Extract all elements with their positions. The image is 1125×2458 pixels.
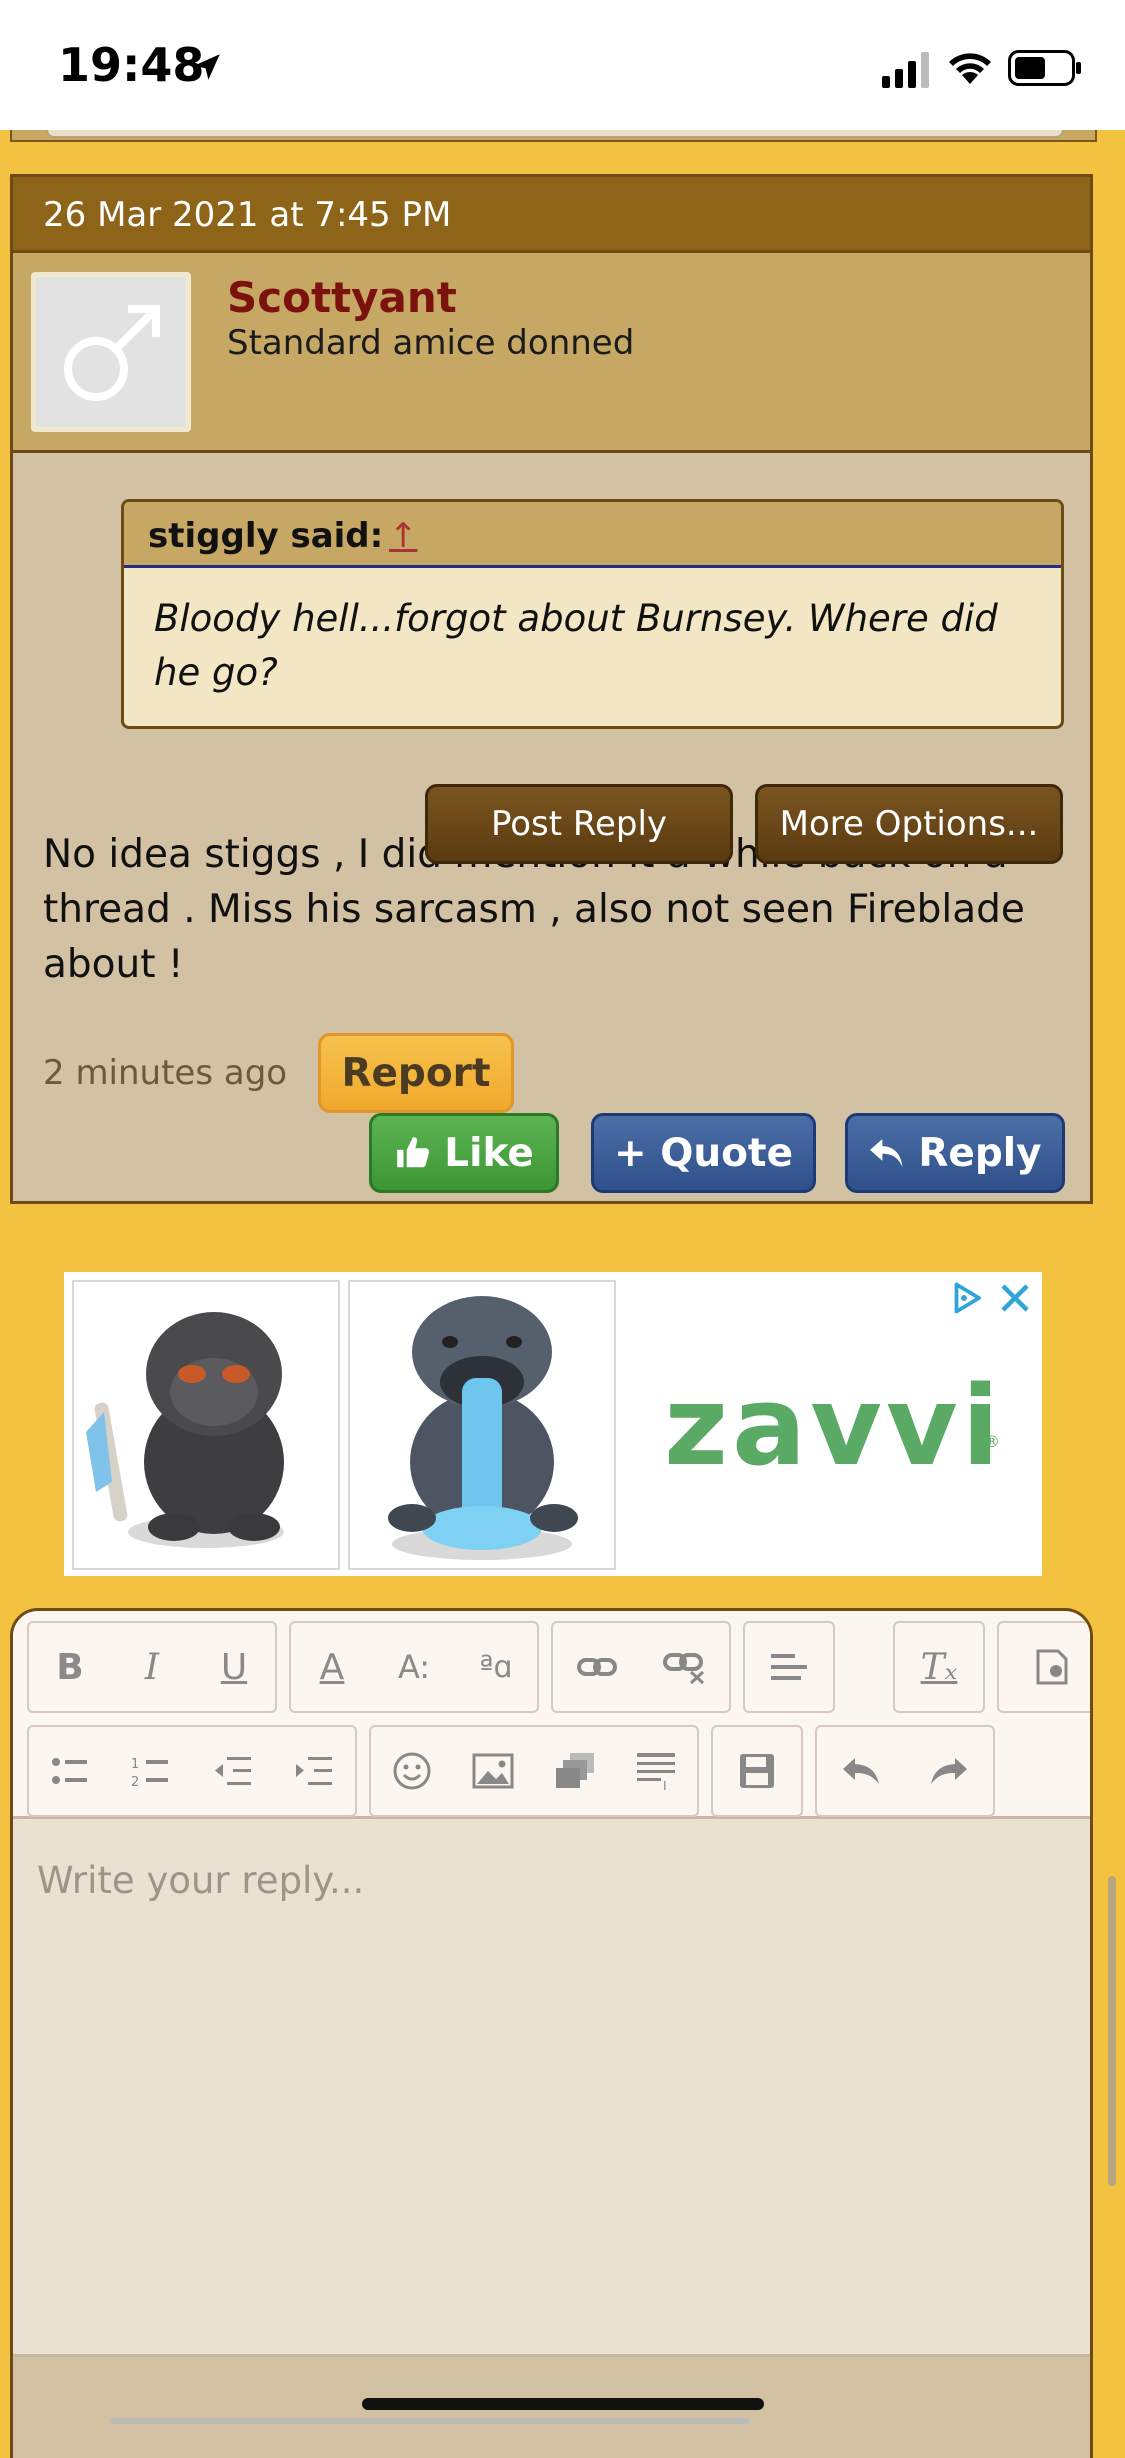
- battery-icon: [1008, 50, 1081, 86]
- toggle-bbcode-button[interactable]: [1021, 1636, 1083, 1698]
- post-date: 26 Mar 2021 at 7:45 PM: [43, 195, 452, 235]
- quote-source-link[interactable]: ↑: [389, 516, 418, 556]
- reply-editor: B I U A A: ªɑ Tₓ 1 2 I Write your reply.…: [10, 1608, 1093, 2458]
- underline-button[interactable]: U: [203, 1636, 265, 1698]
- numbered-list-icon: 12: [131, 1757, 169, 1788]
- ad-product-image-godzilla[interactable]: [348, 1280, 616, 1570]
- user-title: Standard amice donned: [227, 323, 635, 363]
- more-options-button[interactable]: More Options...: [755, 784, 1063, 864]
- bullet-list-icon: [51, 1758, 87, 1784]
- svg-text:1: 1: [131, 1757, 139, 1772]
- media-icon: [555, 1753, 594, 1788]
- insert-link-button[interactable]: [566, 1636, 628, 1698]
- tools-group: [997, 1621, 1090, 1713]
- clear-format-group: Tₓ: [893, 1621, 985, 1713]
- vertical-scrollbar[interactable]: [1108, 1876, 1116, 2186]
- report-button[interactable]: Report: [318, 1033, 514, 1113]
- previous-post-inner-edge: [46, 130, 1064, 138]
- editor-toolbar: B I U A A: ªɑ Tₓ 1 2 I: [13, 1611, 1090, 1819]
- quote-author: stiggly said:: [148, 516, 384, 556]
- unlink-icon: [663, 1653, 705, 1684]
- undo-icon: [843, 1758, 879, 1784]
- align-group: [743, 1621, 835, 1713]
- smilies-button[interactable]: [381, 1740, 443, 1802]
- ad-close-icon[interactable]: [997, 1280, 1033, 1316]
- quote-block-icon: I: [637, 1753, 676, 1791]
- reply-button[interactable]: Reply: [845, 1113, 1065, 1193]
- remove-formatting-button[interactable]: Tₓ: [908, 1636, 970, 1698]
- like-button[interactable]: Like: [369, 1113, 559, 1193]
- post-header: 26 Mar 2021 at 7:45 PM: [13, 177, 1090, 253]
- font-size-button[interactable]: A:: [383, 1636, 445, 1698]
- registered-mark: ®: [984, 1432, 1000, 1451]
- link-icon: [577, 1658, 617, 1676]
- text-style-group: B I U: [27, 1621, 277, 1713]
- font-family-button[interactable]: ªɑ: [465, 1636, 527, 1698]
- post-time-ago: 2 minutes ago: [43, 1053, 288, 1093]
- insert-quote-button[interactable]: I: [625, 1740, 687, 1802]
- user-info-bar: Scottyant Standard amice donned: [13, 253, 1090, 453]
- thumbs-up-icon: [397, 1137, 430, 1168]
- redo-icon: [931, 1758, 967, 1784]
- horizontal-scrollbar[interactable]: [110, 2418, 750, 2424]
- quote-block: stiggly said: ↑ Bloody hell...forgot abo…: [121, 499, 1064, 729]
- font-group: A A: ªɑ: [289, 1621, 539, 1713]
- bold-button[interactable]: B: [39, 1636, 101, 1698]
- status-time: 19:48: [58, 38, 205, 92]
- redo-button[interactable]: [918, 1740, 980, 1802]
- indent-button[interactable]: [283, 1740, 345, 1802]
- align-left-icon: [771, 1654, 807, 1680]
- more-options-label: More Options...: [779, 804, 1039, 844]
- reply-textarea[interactable]: Write your reply...: [13, 1819, 1090, 2357]
- insert-group: I: [369, 1725, 699, 1817]
- advertisement-banner[interactable]: zavvi ®: [64, 1272, 1042, 1576]
- numbered-list-button[interactable]: 12: [120, 1740, 182, 1802]
- username[interactable]: Scottyant: [227, 273, 457, 322]
- quote-button[interactable]: + Quote: [591, 1113, 816, 1193]
- insert-media-button[interactable]: [544, 1740, 606, 1802]
- location-arrow-icon: [194, 54, 220, 80]
- remove-link-button[interactable]: [654, 1636, 716, 1698]
- floppy-disk-icon: [740, 1754, 774, 1788]
- smiley-icon: [393, 1752, 431, 1790]
- like-label: Like: [444, 1130, 534, 1176]
- cellular-signal-icon: [882, 52, 929, 88]
- adchoices-icon[interactable]: [949, 1280, 985, 1316]
- italic-button[interactable]: I: [121, 1636, 183, 1698]
- male-symbol-icon: [64, 305, 160, 401]
- quote-text: Bloody hell...forgot about Burnsey. Wher…: [154, 597, 998, 694]
- save-group: [711, 1725, 803, 1817]
- list-group: 12: [27, 1725, 357, 1817]
- indent-icon: [296, 1757, 333, 1785]
- ad-product-image-kong[interactable]: [72, 1280, 340, 1570]
- post-reply-label: Post Reply: [490, 804, 668, 844]
- undo-button[interactable]: [830, 1740, 892, 1802]
- reply-placeholder: Write your reply...: [37, 1859, 365, 1902]
- insert-image-button[interactable]: [462, 1740, 524, 1802]
- home-indicator[interactable]: [362, 2398, 764, 2410]
- reply-label: Reply: [918, 1130, 1042, 1176]
- wifi-icon: [949, 53, 991, 84]
- bullet-list-button[interactable]: [39, 1740, 101, 1802]
- quote-header: stiggly said: ↑: [124, 502, 1061, 568]
- status-bar: 19:48: [0, 0, 1125, 130]
- outdent-icon: [214, 1757, 251, 1785]
- save-draft-button[interactable]: [726, 1740, 788, 1802]
- ad-brand-logo[interactable]: zavvi: [664, 1362, 1003, 1490]
- svg-text:2: 2: [131, 1775, 139, 1788]
- avatar[interactable]: [31, 272, 191, 432]
- quote-label: + Quote: [613, 1130, 794, 1176]
- page-wrench-icon: [1036, 1649, 1068, 1685]
- outdent-button[interactable]: [202, 1740, 264, 1802]
- font-color-button[interactable]: A: [301, 1636, 363, 1698]
- post-reply-button[interactable]: Post Reply: [425, 784, 733, 864]
- svg-text:I: I: [663, 1779, 667, 1791]
- reply-arrow-icon: [870, 1139, 903, 1167]
- link-group: [551, 1621, 731, 1713]
- history-group: [815, 1725, 995, 1817]
- report-label: Report: [341, 1050, 491, 1096]
- align-button[interactable]: [758, 1636, 820, 1698]
- image-icon: [472, 1753, 514, 1789]
- forum-post: 26 Mar 2021 at 7:45 PM Scottyant Standar…: [10, 174, 1093, 1204]
